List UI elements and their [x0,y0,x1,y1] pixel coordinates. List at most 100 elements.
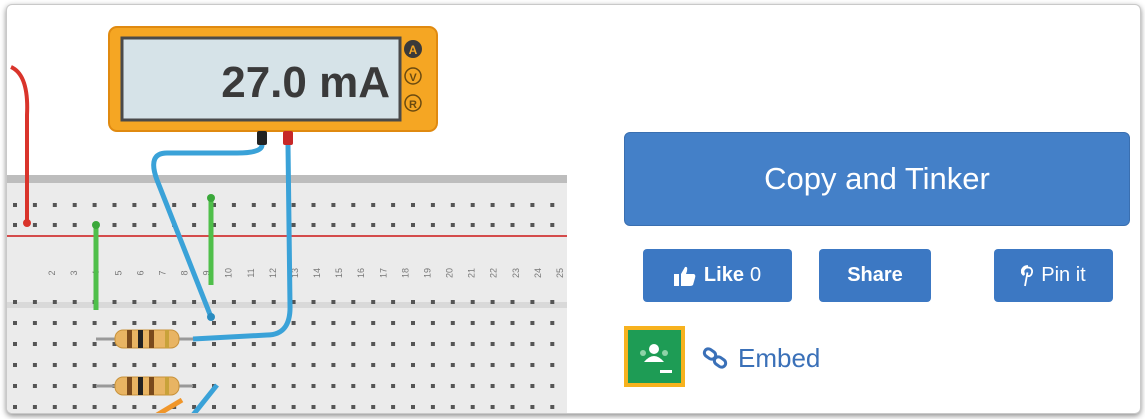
breadboard-hole[interactable] [291,321,296,325]
breadboard-hole[interactable] [490,384,495,388]
breadboard-hole[interactable] [212,321,216,325]
breadboard-hole[interactable] [52,223,57,227]
breadboard-hole[interactable] [72,300,77,304]
breadboard-hole[interactable] [430,321,435,325]
breadboard-hole[interactable] [72,223,77,227]
breadboard-hole[interactable] [92,321,97,325]
breadboard-hole[interactable] [72,203,77,207]
breadboard-hole[interactable] [152,363,157,367]
breadboard-hole[interactable] [13,300,17,304]
breadboard-hole[interactable] [52,203,57,207]
breadboard-hole[interactable] [192,300,197,304]
breadboard-hole[interactable] [351,405,356,409]
breadboard-hole[interactable] [411,363,415,367]
breadboard-hole[interactable] [32,223,37,227]
breadboard-hole[interactable] [430,223,435,227]
breadboard-hole[interactable] [291,405,296,409]
breadboard-hole[interactable] [311,203,316,207]
breadboard-hole[interactable] [311,321,316,325]
circuit-canvas[interactable]: 2345678910111213141516171819202122232425… [7,5,567,413]
breadboard-hole[interactable] [530,363,535,367]
breadboard-hole[interactable] [510,321,515,325]
breadboard-hole[interactable] [152,300,157,304]
embed-link[interactable]: Embed [702,342,820,374]
breadboard-hole[interactable] [411,321,415,325]
breadboard-hole[interactable] [371,203,376,207]
breadboard-hole[interactable] [132,203,137,207]
breadboard-hole[interactable] [430,363,435,367]
breadboard-hole[interactable] [371,342,376,346]
breadboard-hole[interactable] [13,223,17,227]
breadboard-hole[interactable] [251,321,256,325]
breadboard-hole[interactable] [510,300,515,304]
breadboard-hole[interactable] [32,203,37,207]
breadboard-hole[interactable] [32,342,37,346]
breadboard-hole[interactable] [291,223,296,227]
share-button[interactable]: Share [819,249,931,302]
breadboard-hole[interactable] [391,300,396,304]
breadboard-hole[interactable] [450,405,455,409]
breadboard-hole[interactable] [371,363,376,367]
breadboard-hole[interactable] [92,405,97,409]
breadboard-hole[interactable] [331,405,336,409]
breadboard-hole[interactable] [32,300,37,304]
breadboard-hole[interactable] [391,405,396,409]
breadboard-hole[interactable] [371,384,376,388]
breadboard-hole[interactable] [450,203,455,207]
breadboard-hole[interactable] [52,342,57,346]
breadboard-hole[interactable] [510,363,515,367]
breadboard-hole[interactable] [192,223,197,227]
breadboard-hole[interactable] [530,203,535,207]
breadboard-hole[interactable] [450,384,455,388]
breadboard-hole[interactable] [92,203,97,207]
breadboard-hole[interactable] [450,342,455,346]
breadboard-hole[interactable] [112,203,117,207]
breadboard-hole[interactable] [450,363,455,367]
breadboard-hole[interactable] [470,405,475,409]
breadboard-hole[interactable] [132,405,137,409]
breadboard-hole[interactable] [311,342,316,346]
breadboard-hole[interactable] [13,384,17,388]
breadboard-hole[interactable] [490,321,495,325]
breadboard-hole[interactable] [52,363,57,367]
breadboard-hole[interactable] [172,300,177,304]
breadboard-hole[interactable] [391,342,396,346]
breadboard-hole[interactable] [212,342,216,346]
breadboard-hole[interactable] [391,203,396,207]
breadboard-hole[interactable] [212,363,216,367]
breadboard-hole[interactable] [192,363,197,367]
breadboard-hole[interactable] [470,363,475,367]
breadboard-hole[interactable] [92,342,97,346]
breadboard-hole[interactable] [231,300,236,304]
breadboard-hole[interactable] [72,321,77,325]
breadboard-hole[interactable] [371,405,376,409]
breadboard-hole[interactable] [152,203,157,207]
breadboard-hole[interactable] [470,203,475,207]
breadboard-hole[interactable] [251,203,256,207]
breadboard-hole[interactable] [351,363,356,367]
breadboard-hole[interactable] [192,342,197,346]
breadboard-hole[interactable] [291,363,296,367]
breadboard-hole[interactable] [271,405,276,409]
breadboard-hole[interactable] [212,405,216,409]
breadboard-hole[interactable] [231,321,236,325]
breadboard-hole[interactable] [32,321,37,325]
breadboard-hole[interactable] [510,342,515,346]
breadboard-hole[interactable] [13,321,17,325]
breadboard-hole[interactable] [251,223,256,227]
breadboard-hole[interactable] [231,342,236,346]
breadboard-hole[interactable] [530,300,535,304]
breadboard-hole[interactable] [172,363,177,367]
breadboard-hole[interactable] [530,223,535,227]
breadboard-hole[interactable] [550,363,555,367]
breadboard-hole[interactable] [172,203,177,207]
breadboard-hole[interactable] [550,342,555,346]
breadboard-hole[interactable] [490,203,495,207]
breadboard-hole[interactable] [530,321,535,325]
breadboard-hole[interactable] [152,405,157,409]
breadboard-hole[interactable] [550,405,555,409]
breadboard-hole[interactable] [490,300,495,304]
breadboard-hole[interactable] [271,342,276,346]
breadboard-hole[interactable] [391,223,396,227]
breadboard-hole[interactable] [371,321,376,325]
